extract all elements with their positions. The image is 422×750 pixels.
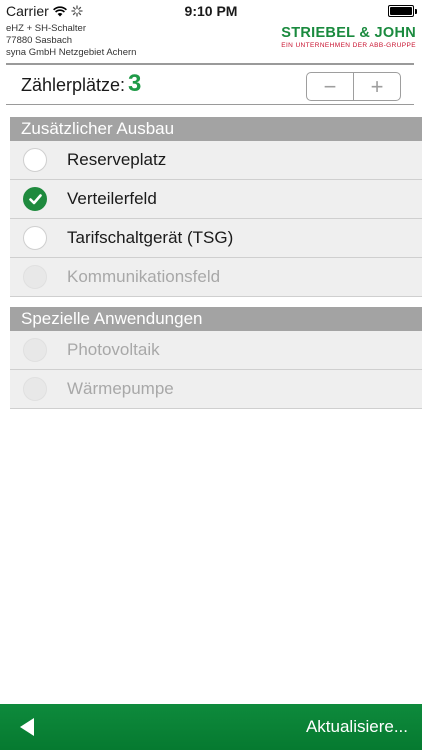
meter-count-label: Zählerplätze: bbox=[21, 75, 126, 95]
option-label: Wärmepumpe bbox=[67, 379, 174, 398]
location-info: eHZ + SH-Schalter 77880 Sasbach syna Gmb… bbox=[6, 23, 136, 59]
radio-unchecked-icon[interactable] bbox=[23, 226, 47, 250]
radio-unchecked-icon[interactable] bbox=[23, 148, 47, 172]
bottom-toolbar: Aktualisiere... bbox=[0, 704, 422, 750]
counter-divider bbox=[6, 104, 414, 105]
header-divider bbox=[6, 63, 414, 65]
company-logo: STRIEBEL & JOHN EIN UNTERNEHMEN DER ABB-… bbox=[281, 25, 416, 49]
decrement-button[interactable]: − bbox=[307, 73, 353, 100]
checkmark-icon bbox=[29, 194, 42, 205]
update-button[interactable]: Aktualisiere... bbox=[306, 717, 408, 737]
logo-subtitle: EIN UNTERNEHMEN DER ABB-GRUPPE bbox=[281, 42, 416, 49]
info-line-product: eHZ + SH-Schalter bbox=[6, 23, 86, 34]
radio-disabled-icon bbox=[23, 377, 47, 401]
option-row-photovoltaik: Photovoltaik bbox=[10, 331, 422, 370]
radio-checked-icon[interactable] bbox=[23, 187, 47, 211]
meter-count-row: Zählerplätze: 3 − + bbox=[0, 66, 422, 104]
option-row-tsg[interactable]: Tarifschaltgerät (TSG) bbox=[10, 219, 422, 258]
meter-count-value: 3 bbox=[128, 70, 142, 97]
section-header-special: Spezielle Anwendungen bbox=[10, 307, 422, 331]
option-label: Tarifschaltgerät (TSG) bbox=[67, 228, 234, 247]
info-line-grid-operator: syna GmbH Netzgebiet Achern bbox=[6, 47, 137, 58]
logo-brand: STRIEBEL & JOHN bbox=[281, 25, 416, 41]
battery-icon bbox=[388, 5, 417, 17]
option-label: Verteilerfeld bbox=[67, 189, 157, 208]
meter-count-stepper[interactable]: − + bbox=[306, 72, 401, 101]
info-line-address: 77880 Sasbach bbox=[6, 35, 73, 46]
radio-disabled-icon bbox=[23, 265, 47, 289]
option-label: Photovoltaik bbox=[67, 340, 160, 359]
increment-button[interactable]: + bbox=[353, 73, 400, 100]
option-row-kommunikationsfeld: Kommunikationsfeld bbox=[10, 258, 422, 297]
option-label: Kommunikationsfeld bbox=[67, 267, 221, 286]
status-bar: Carrier 9:10 PM bbox=[0, 0, 422, 22]
back-arrow-icon[interactable] bbox=[20, 718, 34, 736]
option-row-waermepumpe: Wärmepumpe bbox=[10, 370, 422, 409]
clock: 9:10 PM bbox=[184, 3, 238, 19]
option-label: Reserveplatz bbox=[67, 150, 167, 169]
option-row-reserveplatz[interactable]: Reserveplatz bbox=[10, 141, 422, 180]
section-header-additional: Zusätzlicher Ausbau bbox=[10, 117, 422, 141]
option-row-verteilerfeld[interactable]: Verteilerfeld bbox=[10, 180, 422, 219]
radio-disabled-icon bbox=[23, 338, 47, 362]
